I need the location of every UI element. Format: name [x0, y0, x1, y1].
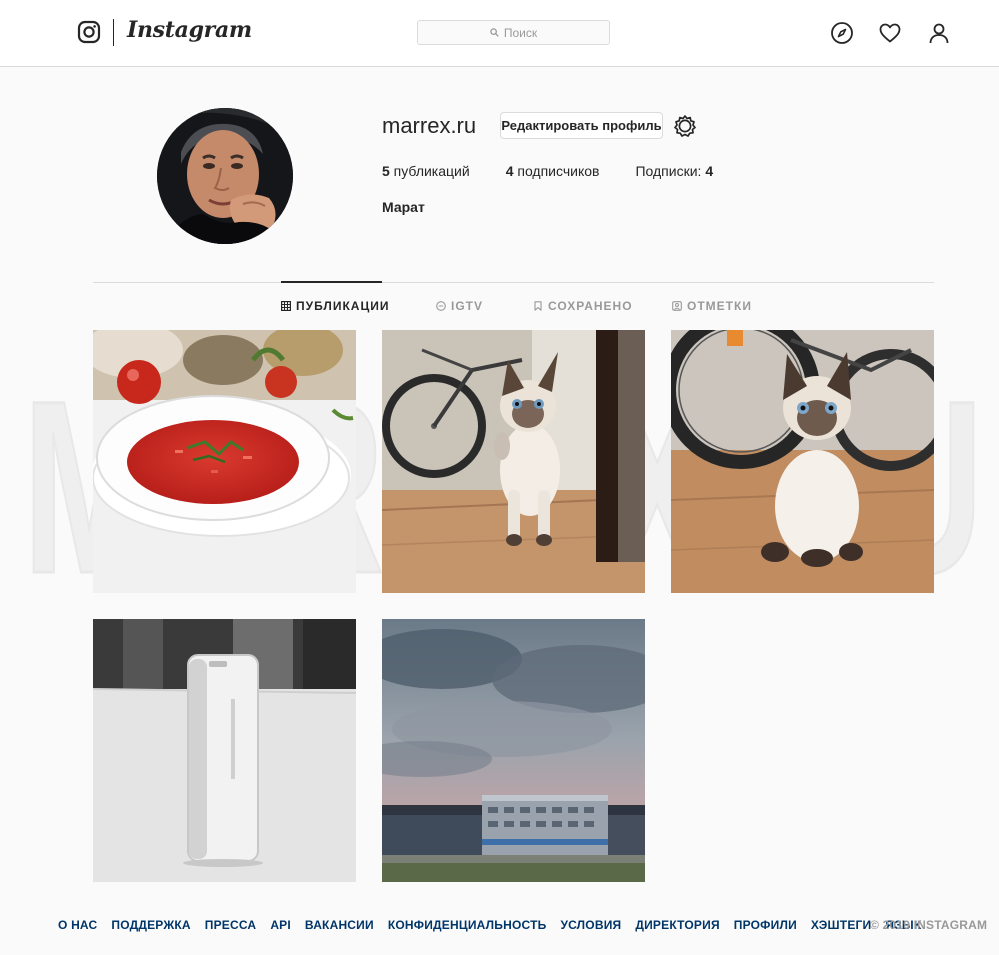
instagram-wordmark[interactable]: Instagram [127, 17, 252, 43]
post-thumbnail-kitten-sitting[interactable] [671, 330, 934, 593]
active-tab-indicator [281, 281, 382, 283]
grid-icon [281, 301, 291, 311]
tab-tagged[interactable]: ОТМЕТКИ [672, 299, 752, 313]
search-input[interactable]: Поиск [417, 20, 610, 45]
footer-link-profiles[interactable]: ПРОФИЛИ [734, 918, 797, 932]
followers-count[interactable]: 4 подписчиков [506, 163, 600, 181]
activity-heart-icon[interactable] [878, 21, 902, 45]
footer-link-api[interactable]: API [270, 918, 291, 932]
posts-count: 5 публикаций [382, 163, 470, 179]
footer-link-about[interactable]: О НАС [58, 918, 97, 932]
footer-link-press[interactable]: ПРЕССА [205, 918, 257, 932]
footer-link-hashtags[interactable]: ХЭШТЕГИ [811, 918, 871, 932]
profile-stats: 5 публикаций 4 подписчиков Подписки: 4 [382, 163, 713, 181]
profile-username: marrex.ru [382, 113, 477, 138]
tab-posts[interactable]: ПУБЛИКАЦИИ [281, 299, 389, 313]
post-thumbnail-power-bank[interactable] [93, 619, 356, 882]
tab-tagged-label: ОТМЕТКИ [687, 299, 752, 313]
tab-igtv[interactable]: IGTV [436, 299, 483, 313]
profile-avatar[interactable] [157, 108, 293, 244]
search-placeholder: Поиск [503, 25, 538, 40]
post-thumbnail-borscht[interactable] [93, 330, 356, 593]
igtv-icon [436, 301, 446, 311]
logo-divider [113, 19, 114, 46]
tab-posts-label: ПУБЛИКАЦИИ [296, 299, 390, 313]
following-count[interactable]: Подписки: 4 [635, 163, 713, 181]
settings-gear-icon[interactable] [673, 114, 697, 138]
instagram-camera-icon[interactable] [77, 20, 101, 44]
post-thumbnail-kitten-walking[interactable] [382, 330, 645, 593]
footer-link-support[interactable]: ПОДДЕРЖКА [111, 918, 190, 932]
bookmark-icon [534, 301, 542, 311]
tab-igtv-label: IGTV [451, 299, 484, 313]
footer-links: О НАС ПОДДЕРЖКА ПРЕССА API ВАКАНСИИ КОНФ… [58, 918, 921, 932]
profile-user-icon[interactable] [927, 21, 951, 45]
footer-link-directory[interactable]: ДИРЕКТОРИЯ [635, 918, 719, 932]
tab-saved[interactable]: СОХРАНЕНО [533, 299, 633, 313]
copyright-text: © 2019 INSTAGRAM [870, 918, 988, 932]
tagged-icon [672, 301, 682, 311]
profile-full-name: Марат [382, 199, 425, 215]
tabs-divider [93, 282, 934, 283]
explore-compass-icon[interactable] [830, 21, 854, 45]
edit-profile-button[interactable]: Редактировать профиль [500, 112, 663, 139]
search-icon [490, 28, 499, 37]
tab-saved-label: СОХРАНЕНО [548, 299, 633, 313]
footer-link-jobs[interactable]: ВАКАНСИИ [305, 918, 374, 932]
top-navigation-bar: Instagram Поиск [0, 0, 999, 67]
footer-link-privacy[interactable]: КОНФИДЕНЦИАЛЬНОСТЬ [388, 918, 547, 932]
footer-link-terms[interactable]: УСЛОВИЯ [560, 918, 621, 932]
post-thumbnail-sunset[interactable] [382, 619, 645, 882]
